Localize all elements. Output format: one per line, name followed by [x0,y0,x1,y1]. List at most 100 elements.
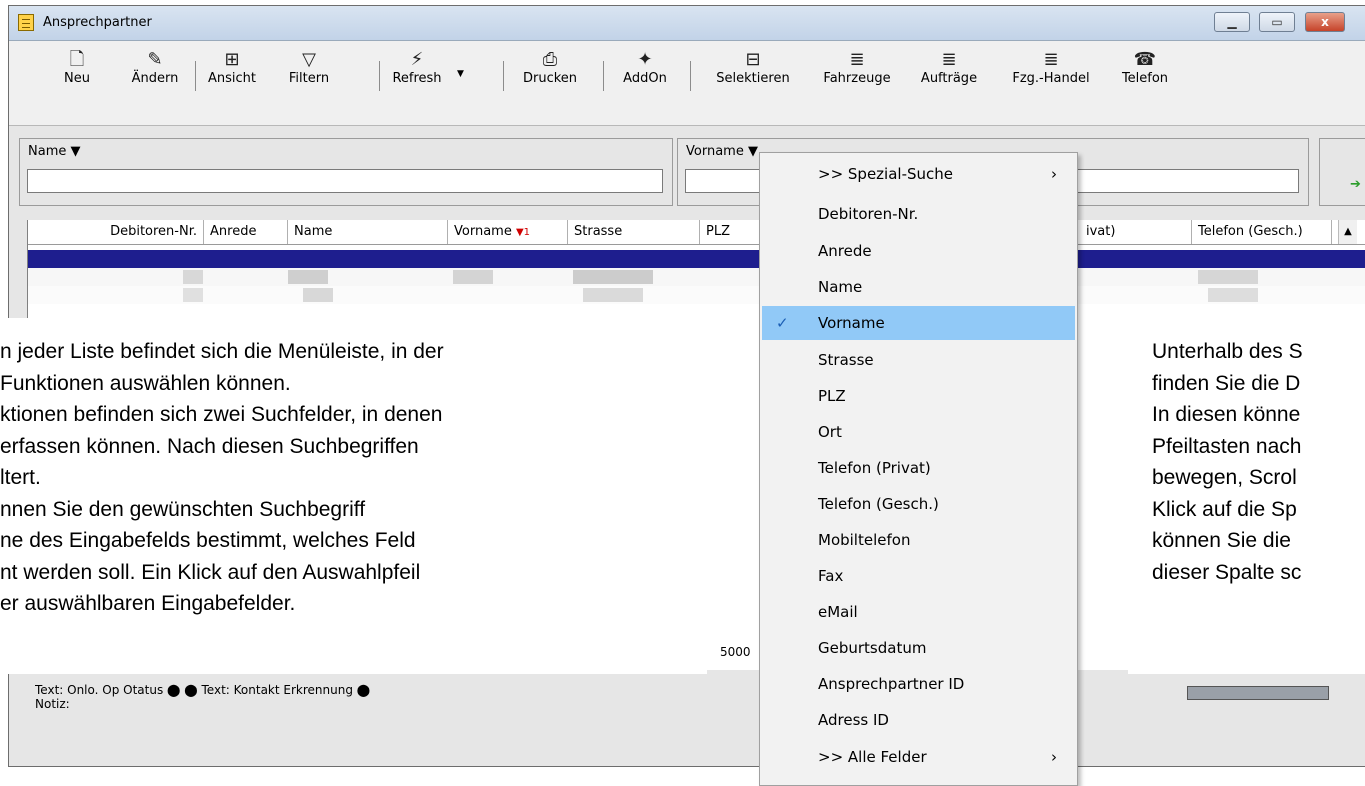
menu-item-fax[interactable]: Fax [762,559,1075,593]
vehicle-trade-button[interactable]: ≣ Fzg.-Handel [995,49,1107,93]
menu-item-telefon-gesch[interactable]: Telefon (Gesch.) [762,487,1075,521]
toolbar-separator [503,61,504,91]
column-header-plz[interactable]: PLZ [700,220,760,244]
column-header-anrede[interactable]: Anrede [204,220,288,244]
edit-button[interactable]: ✎ Ändern [125,49,185,93]
column-header-telefon-privat[interactable]: ivat) [1080,220,1192,244]
menu-item-label: Telefon (Gesch.) [818,495,939,513]
refresh-dropdown-icon[interactable]: ▼ [457,69,464,79]
help-line: dieser Spalte sc [1152,560,1302,584]
column-header-vorname[interactable]: Vorname ▼1 [448,220,568,244]
vehicles-label: Fahrzeuge [823,71,891,86]
minimize-button[interactable]: ▁ [1214,12,1250,32]
menu-item-anrede[interactable]: Anrede [762,234,1075,268]
menu-item-telefon-privat[interactable]: Telefon (Privat) [762,451,1075,485]
search-group-name: Name ▼ [19,138,673,206]
vehicles-button[interactable]: ≣ Fahrzeuge [809,49,905,93]
vehicle-trade-label: Fzg.-Handel [1012,71,1090,86]
contacts-app-icon [18,14,34,31]
menu-item-label: Name [818,278,863,296]
menu-item-mobiltelefon[interactable]: Mobiltelefon [762,523,1075,557]
print-icon: ⎙ [542,49,558,70]
column-header-telefon-gesch[interactable]: Telefon (Gesch.) [1192,220,1332,244]
phone-button[interactable]: ☎ Telefon [1113,49,1177,93]
column-header-debitoren[interactable]: Debitoren-Nr. [28,220,204,244]
addon-button[interactable]: ✦ AddOn [614,49,676,93]
edit-label: Ändern [131,71,179,86]
menu-item-alle-felder[interactable]: >> Alle Felder › [762,740,1075,774]
menu-item-vorname[interactable]: ✓ Vorname [762,306,1075,340]
new-button[interactable]: 🗋 Neu [51,49,103,93]
menu-item-strasse[interactable]: Strasse [762,343,1075,377]
filter-label: Filtern [288,71,330,86]
toolbar-separator [379,61,380,91]
select-icon: ⊟ [745,49,761,70]
print-button[interactable]: ⎙ Drucken [514,49,586,93]
title-bar[interactable]: Ansprechpartner ▁ ▭ x [9,6,1365,41]
help-line: nnen Sie den gewünschten Suchbegriff [0,497,366,521]
view-icon: ⊞ [224,49,240,70]
edit-icon: ✎ [147,49,163,70]
search-field-selector-vorname[interactable]: Vorname ▼ [686,144,758,159]
new-document-icon: 🗋 [69,49,85,70]
menu-item-label: Strasse [818,351,874,369]
toolbar-separator [690,61,691,91]
menu-item-label: Vorname [818,314,885,332]
notiz-label: Notiz: [35,697,70,711]
submenu-arrow-icon: › [1051,748,1057,766]
print-label: Drucken [522,71,578,86]
orders-button[interactable]: ≣ Aufträge [907,49,991,93]
menu-item-label: eMail [818,603,858,621]
maximize-button[interactable]: ▭ [1259,12,1295,32]
column-header-strasse[interactable]: Strasse [568,220,700,244]
help-text-left-lines: n jeder Liste befindet sich die Menüleis… [0,336,444,620]
mini-toolbar-icons[interactable] [1187,686,1329,700]
menu-item-label: Fax [818,567,844,585]
menu-item-ort[interactable]: Ort [762,415,1075,449]
help-line: ktionen befinden sich zwei Suchfelder, i… [0,403,443,426]
menu-item-label: Telefon (Privat) [818,459,931,477]
menu-item-label: Ansprechpartner ID [818,675,965,693]
orders-label: Aufträge [920,71,978,86]
scroll-up-icon[interactable]: ▲ [1338,220,1357,244]
table-row-selected[interactable] [28,250,1365,268]
submenu-arrow-icon: › [1051,165,1057,183]
phone-icon: ☎ [1133,49,1157,70]
menu-item-ansprechpartner-id[interactable]: Ansprechpartner ID [762,667,1075,701]
help-line: Pfeiltasten nach [1152,434,1302,458]
list-icon: ≣ [1043,49,1059,70]
view-button[interactable]: ⊞ Ansicht [199,49,265,93]
search-go-arrow-icon[interactable]: ➔ [1350,177,1361,192]
help-line: finden Sie die D [1152,371,1301,395]
menu-item-name[interactable]: Name [762,270,1075,304]
addon-icon: ✦ [637,49,653,70]
menu-item-email[interactable]: eMail [762,595,1075,629]
menu-item-adress-id[interactable]: Adress ID [762,703,1075,737]
search-field-selector-name[interactable]: Name ▼ [28,144,80,159]
new-label: Neu [64,71,90,86]
menu-item-plz[interactable]: PLZ [762,379,1075,413]
close-button[interactable]: x [1305,12,1345,32]
select-button[interactable]: ⊟ Selektieren [699,49,807,93]
list-icon: ≣ [941,49,957,70]
search-input-name[interactable] [27,169,663,193]
list-icon: ≣ [849,49,865,70]
help-text-right-lines: Unterhalb des S finden Sie die D In dies… [1152,336,1303,588]
table-row[interactable] [28,286,1365,304]
help-line: ltert. [0,466,41,489]
column-header-name[interactable]: Name [288,220,448,244]
menu-item-geburtsdatum[interactable]: Geburtsdatum [762,631,1075,665]
help-line: Klick auf die Sp [1152,497,1297,521]
refresh-button[interactable]: ⚡ Refresh [385,49,449,93]
checkmark-icon: ✓ [776,314,789,332]
help-text-right: Unterhalb des S finden Sie die D In dies… [1128,318,1365,674]
table-row[interactable] [28,268,1365,286]
menu-item-label: PLZ [818,387,846,405]
menu-item-spezial-suche[interactable]: >> Spezial-Suche › [762,157,1075,191]
help-line: er auswählbaren Eingabefelder. [0,592,296,615]
help-line: In diesen könne [1152,403,1301,426]
menu-item-label: Debitoren-Nr. [818,205,919,223]
menu-item-debitoren-nr[interactable]: Debitoren-Nr. [762,197,1075,231]
filter-button[interactable]: ▽ Filtern [281,49,337,93]
toolbar-separator [195,61,196,91]
